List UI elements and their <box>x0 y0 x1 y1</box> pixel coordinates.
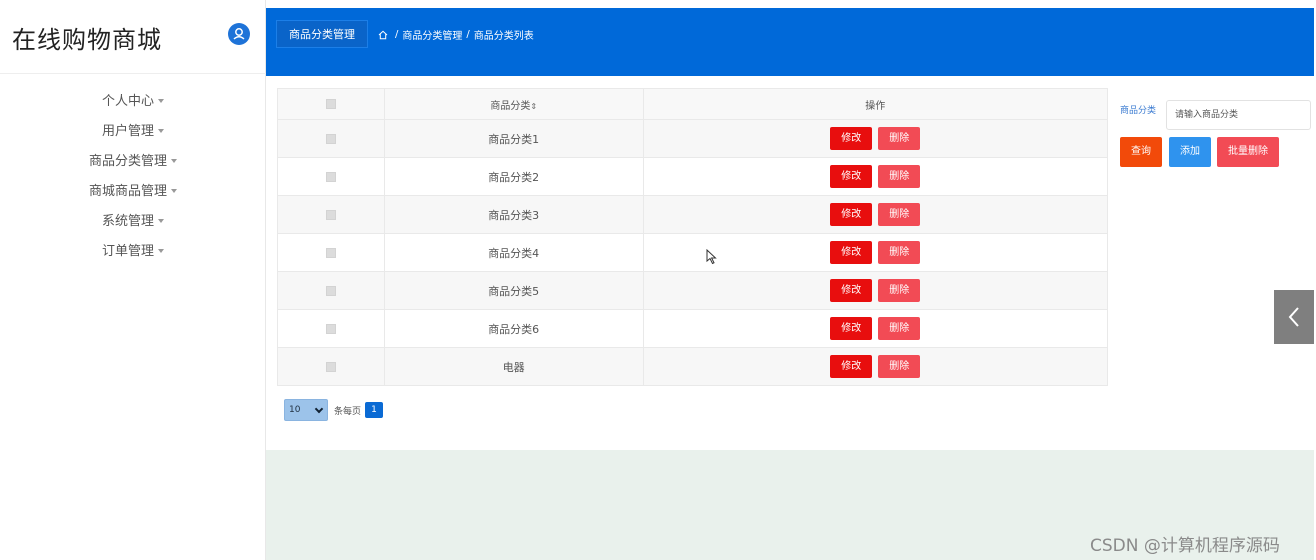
breadcrumb: / 商品分类管理 / 商品分类列表 <box>378 27 534 42</box>
category-name: 商品分类4 <box>383 233 644 272</box>
app-title: 在线购物商城 <box>12 26 162 54</box>
batch-delete-button[interactable]: 批量删除 <box>1217 137 1279 167</box>
row-checkbox[interactable] <box>325 286 336 296</box>
watermark: CSDN @计算机程序源码 <box>1090 536 1280 556</box>
caret-down-icon <box>171 188 177 193</box>
sidebar-item-system-management[interactable]: 系统管理 <box>0 208 266 238</box>
query-button[interactable]: 查询 <box>1120 137 1162 167</box>
table-row: 商品分类3 修改 删除 <box>277 195 1109 234</box>
home-icon[interactable] <box>378 30 388 40</box>
caret-down-icon <box>158 98 164 103</box>
table-row: 电器 修改 删除 <box>277 347 1109 386</box>
table-row: 商品分类4 修改 删除 <box>277 233 1109 272</box>
brand-bar: 在线购物商城 <box>0 0 266 74</box>
table-row: 商品分类5 修改 删除 <box>277 271 1109 310</box>
sidebar-item-product-management[interactable]: 商城商品管理 <box>0 178 266 208</box>
category-name: 商品分类6 <box>383 309 644 348</box>
table-row: 商品分类6 修改 删除 <box>277 309 1109 348</box>
add-button[interactable]: 添加 <box>1169 137 1211 167</box>
mouse-cursor-icon <box>706 249 717 265</box>
delete-button[interactable]: 删除 <box>878 127 921 150</box>
delete-button[interactable]: 删除 <box>878 317 921 340</box>
sort-icon[interactable]: ⇕ <box>530 102 537 111</box>
edit-button[interactable]: 修改 <box>830 203 873 226</box>
row-checkbox[interactable] <box>325 324 336 334</box>
caret-down-icon <box>171 158 177 163</box>
chevron-left-icon <box>1288 307 1299 327</box>
row-checkbox[interactable] <box>325 134 336 144</box>
caret-down-icon <box>158 218 164 223</box>
edit-button[interactable]: 修改 <box>830 279 873 302</box>
category-name: 商品分类1 <box>383 119 644 158</box>
per-page-label: 条每页 <box>334 406 362 417</box>
table-row: 商品分类1 修改 删除 <box>277 119 1109 158</box>
breadcrumb-separator: / <box>466 29 470 40</box>
delete-button[interactable]: 删除 <box>878 203 921 226</box>
edit-button[interactable]: 修改 <box>830 165 873 188</box>
page-size-select[interactable]: 10 <box>284 399 328 421</box>
delete-button[interactable]: 删除 <box>878 355 921 378</box>
row-checkbox[interactable] <box>325 172 336 182</box>
column-header-category[interactable]: 商品分类⇕ <box>383 88 644 120</box>
tab-category-management[interactable]: 商品分类管理 <box>276 20 368 48</box>
row-checkbox[interactable] <box>325 362 336 372</box>
user-icon[interactable] <box>228 23 250 45</box>
breadcrumb-item[interactable]: 商品分类管理 <box>402 27 462 42</box>
edit-button[interactable]: 修改 <box>830 127 873 150</box>
chevron-down-icon <box>314 404 324 414</box>
row-checkbox[interactable] <box>325 248 336 258</box>
sidebar-menu: 个人中心 用户管理 商品分类管理 商城商品管理 系统管理 订单管理 <box>0 88 266 268</box>
delete-button[interactable]: 删除 <box>878 279 921 302</box>
sidebar-item-user-management[interactable]: 用户管理 <box>0 118 266 148</box>
page-number-button[interactable]: 1 <box>365 402 384 418</box>
select-all-checkbox[interactable] <box>325 98 336 109</box>
category-name: 商品分类2 <box>383 157 644 196</box>
delete-button[interactable]: 删除 <box>878 241 921 264</box>
breadcrumb-separator: / <box>395 29 399 40</box>
edit-button[interactable]: 修改 <box>830 241 873 264</box>
side-panel-toggle[interactable] <box>1274 290 1314 344</box>
row-checkbox[interactable] <box>325 210 336 220</box>
search-label: 商品分类 <box>1120 106 1157 116</box>
pagination: 10 条每页 1 <box>284 399 384 421</box>
sidebar-item-personal-center[interactable]: 个人中心 <box>0 88 266 118</box>
category-table: 商品分类⇕ 操作 商品分类1 修改 删除 商品分类2 修改 删除 商品分类3 修改删… <box>277 88 1109 386</box>
category-search-input[interactable] <box>1166 100 1311 130</box>
breadcrumb-item-current: 商品分类列表 <box>473 31 534 42</box>
category-name: 商品分类5 <box>383 271 644 310</box>
top-header: 商品分类管理 / 商品分类管理 / 商品分类列表 <box>266 8 1314 76</box>
delete-button[interactable]: 删除 <box>878 165 921 188</box>
column-header-actions: 操作 <box>642 88 1109 120</box>
table-row: 商品分类2 修改 删除 <box>277 157 1109 196</box>
caret-down-icon <box>158 248 164 253</box>
select-all-cell <box>277 88 385 120</box>
sidebar-item-category-management[interactable]: 商品分类管理 <box>0 148 266 178</box>
category-name: 商品分类3 <box>383 195 644 234</box>
category-name: 电器 <box>383 347 644 386</box>
caret-down-icon <box>158 128 164 133</box>
sidebar: 在线购物商城 个人中心 用户管理 商品分类管理 商城商品管理 系统管理 订单管理 <box>0 0 266 560</box>
sidebar-item-order-management[interactable]: 订单管理 <box>0 238 266 268</box>
edit-button[interactable]: 修改 <box>830 355 873 378</box>
edit-button[interactable]: 修改 <box>830 317 873 340</box>
